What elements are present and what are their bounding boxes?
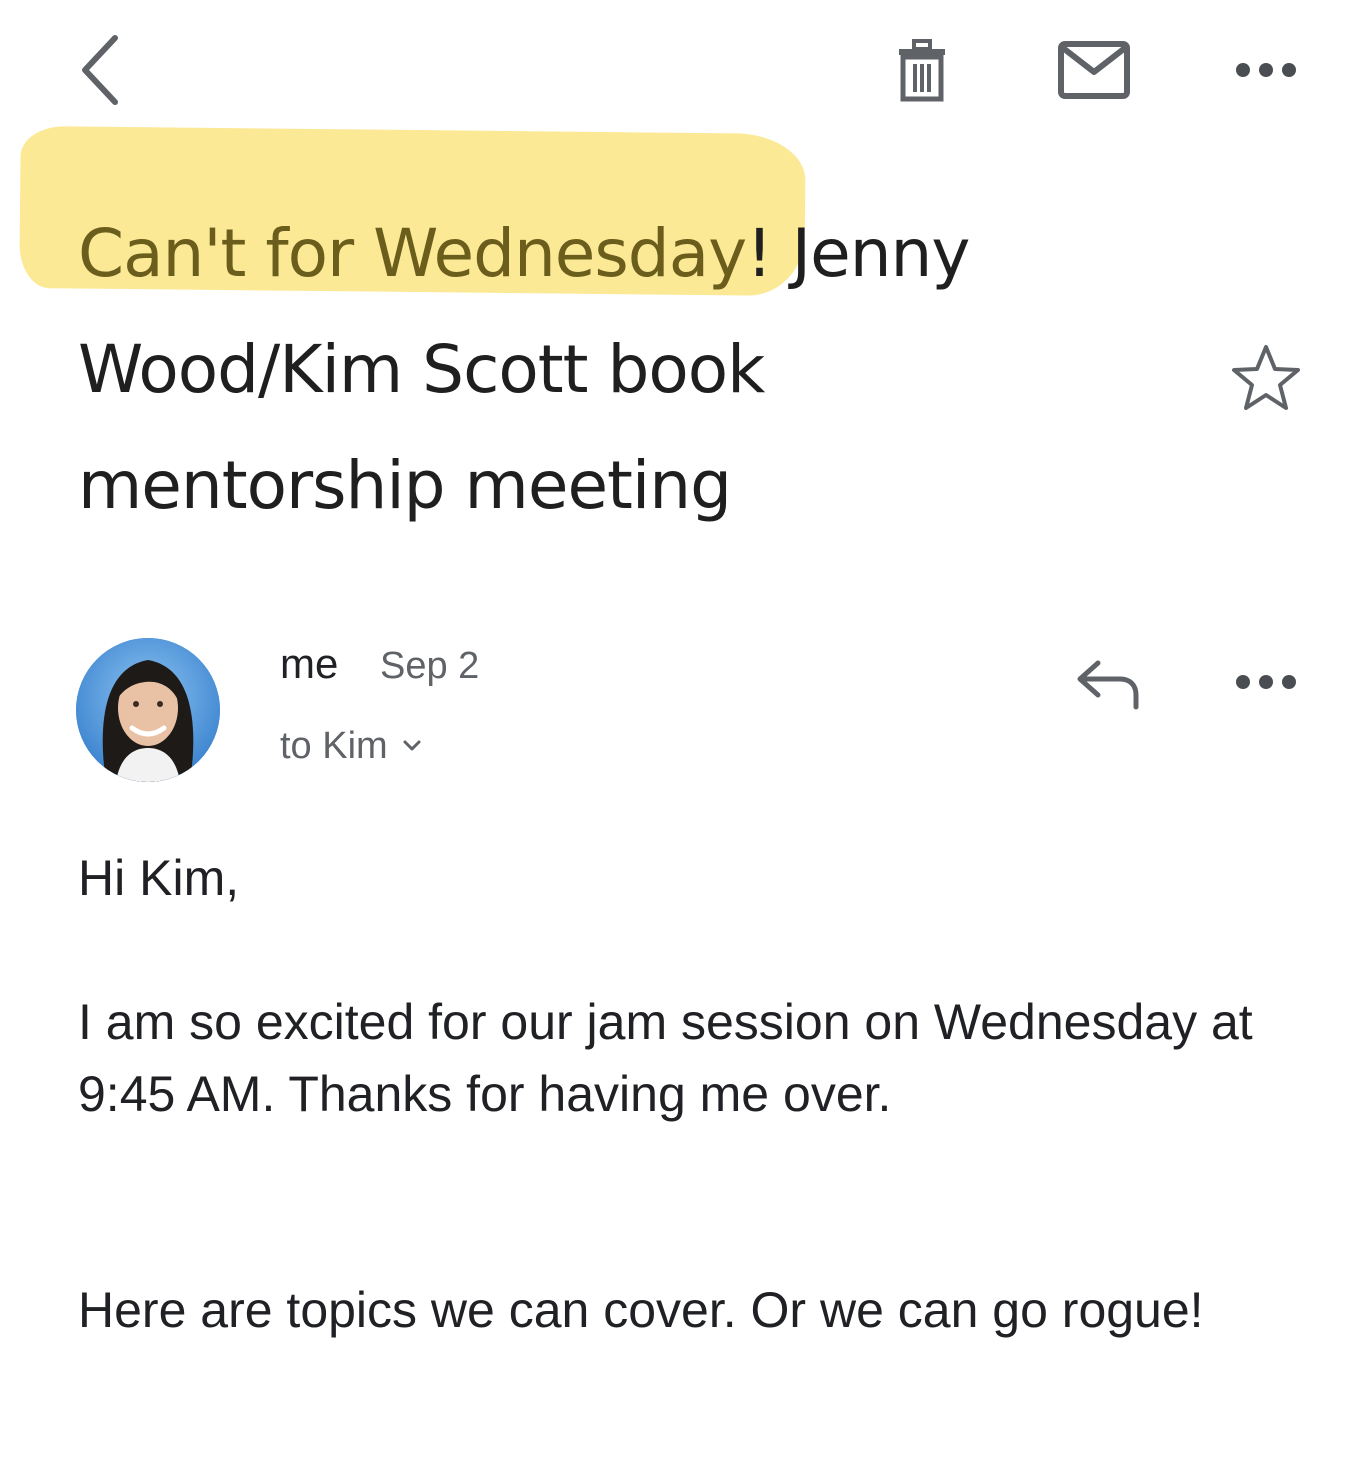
more-horizontal-icon — [1236, 63, 1296, 77]
delete-button[interactable] — [880, 28, 964, 112]
subject-text-line3: mentorship meeting — [78, 447, 732, 524]
back-button[interactable] — [60, 28, 140, 112]
star-outline-icon — [1232, 345, 1300, 410]
subject-highlighted-text: Can't for Wednesday — [78, 215, 747, 292]
subject-text-line2: Wood/Kim Scott book — [78, 331, 765, 408]
sender-name: me — [280, 640, 339, 687]
reply-icon — [1077, 660, 1139, 710]
mark-unread-button[interactable] — [1050, 28, 1138, 112]
more-horizontal-icon — [1236, 675, 1296, 689]
message-paragraph: Here are topics we can cover. Or we can … — [78, 1282, 1204, 1338]
message-paragraph: I am so excited for our jam session on W… — [78, 994, 1253, 1122]
trash-icon — [899, 39, 945, 102]
recipients-toggle[interactable]: to Kim — [280, 722, 422, 770]
email-subject: Can't for Wednesday! Jenny Wood/Kim Scott… — [78, 196, 1158, 544]
chevron-left-icon — [82, 35, 118, 105]
reply-button[interactable] — [1066, 648, 1148, 718]
avatar-image — [76, 638, 220, 782]
avatar[interactable] — [76, 638, 220, 782]
message-greeting: Hi Kim, — [78, 850, 240, 906]
message-more-button[interactable] — [1228, 660, 1304, 704]
star-button[interactable] — [1226, 338, 1306, 418]
subject-text-line1: ! Jenny — [746, 215, 970, 292]
recipients-text: to Kim — [280, 725, 388, 767]
more-options-button[interactable] — [1228, 48, 1304, 92]
envelope-icon — [1058, 41, 1130, 99]
chevron-down-icon — [403, 740, 421, 751]
message-date: Sep 2 — [380, 645, 480, 687]
